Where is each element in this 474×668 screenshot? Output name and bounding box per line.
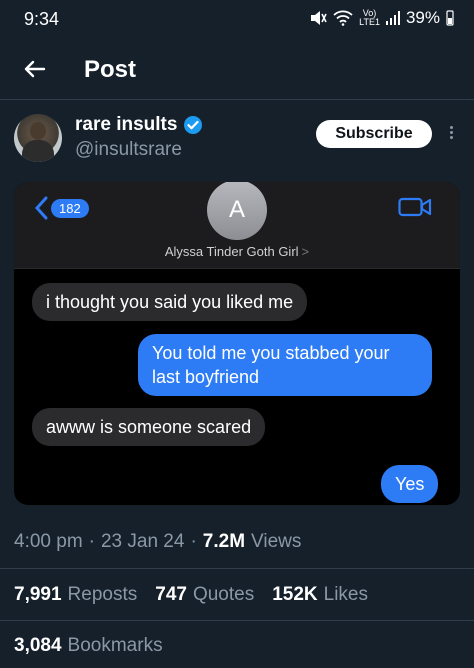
bookmarks-label: Bookmarks <box>67 635 163 656</box>
imessage-back: 182 <box>34 196 89 220</box>
meta-divider <box>0 568 474 569</box>
likes-count: 152K <box>272 584 318 605</box>
status-bar: 9:34 Vo) LTE1 39% <box>0 0 474 38</box>
bookmarks-count: 3,084 <box>14 635 62 656</box>
separator-dot: · <box>190 531 197 552</box>
reposts-stat[interactable]: 7,991 Reposts <box>14 584 137 606</box>
reposts-label: Reposts <box>67 584 138 605</box>
network-label: Vo) LTE1 <box>359 8 380 27</box>
quotes-count: 747 <box>155 584 187 605</box>
verified-badge-icon <box>184 116 203 134</box>
page-title: Post <box>84 56 137 83</box>
views-label: Views <box>251 531 302 552</box>
contact-avatar: A <box>207 182 267 240</box>
more-options-icon[interactable] <box>446 124 456 144</box>
author-handle[interactable]: @insultsrare <box>75 139 182 161</box>
engagement-divider <box>0 620 474 621</box>
header-divider <box>0 99 474 100</box>
post-image[interactable]: 182 A Alyssa Tinder Goth Girl > i thought… <box>14 182 460 505</box>
chevron-left-icon <box>34 196 48 220</box>
subscribe-button[interactable]: Subscribe <box>316 120 432 148</box>
message-bubble-sent: Yes <box>381 465 439 503</box>
author-name-row[interactable]: rare insults <box>75 114 203 136</box>
post-timestamp-row: 4:00 pm · 23 Jan 24 · 7.2M Views <box>14 531 301 553</box>
battery-percent: 39% <box>405 8 440 27</box>
battery-icon <box>446 10 454 26</box>
back-arrow-icon[interactable] <box>18 53 50 85</box>
reposts-count: 7,991 <box>14 584 62 605</box>
video-camera-icon <box>398 197 432 217</box>
quotes-stat[interactable]: 747 Quotes <box>155 584 254 606</box>
status-time: 9:34 <box>24 9 60 29</box>
likes-label: Likes <box>323 584 368 605</box>
contact-name-row: Alyssa Tinder Goth Girl > <box>14 244 460 259</box>
avatar[interactable] <box>14 114 62 162</box>
post-date: 23 Jan 24 <box>100 531 185 552</box>
engagement-row: 7,991 Reposts 747 Quotes 152K Likes <box>14 584 380 606</box>
contact-name: Alyssa Tinder Goth Girl <box>164 244 299 259</box>
wifi-icon <box>333 10 353 26</box>
top-bar: Post <box>0 45 474 95</box>
mute-icon <box>311 11 327 25</box>
message-bubble-sent: You told me you stabbed your last boyfri… <box>138 334 432 396</box>
separator-dot: · <box>88 531 95 552</box>
imessage-header: 182 A Alyssa Tinder Goth Girl > <box>14 182 460 269</box>
likes-stat[interactable]: 152K Likes <box>272 584 368 606</box>
unread-count-badge: 182 <box>51 198 89 218</box>
signal-icon <box>385 11 400 25</box>
views-count: 7.2M <box>202 531 246 552</box>
chevron-right-icon: > <box>301 244 310 259</box>
bookmarks-stat[interactable]: 3,084 Bookmarks <box>14 635 163 657</box>
quotes-label: Quotes <box>192 584 255 605</box>
message-bubble-received: i thought you said you liked me <box>32 283 308 321</box>
message-bubble-received: awww is someone scared <box>32 408 266 446</box>
status-icons: Vo) LTE1 39% <box>309 8 454 28</box>
author-name[interactable]: rare insults <box>75 114 177 136</box>
post-time: 4:00 pm <box>14 531 83 552</box>
